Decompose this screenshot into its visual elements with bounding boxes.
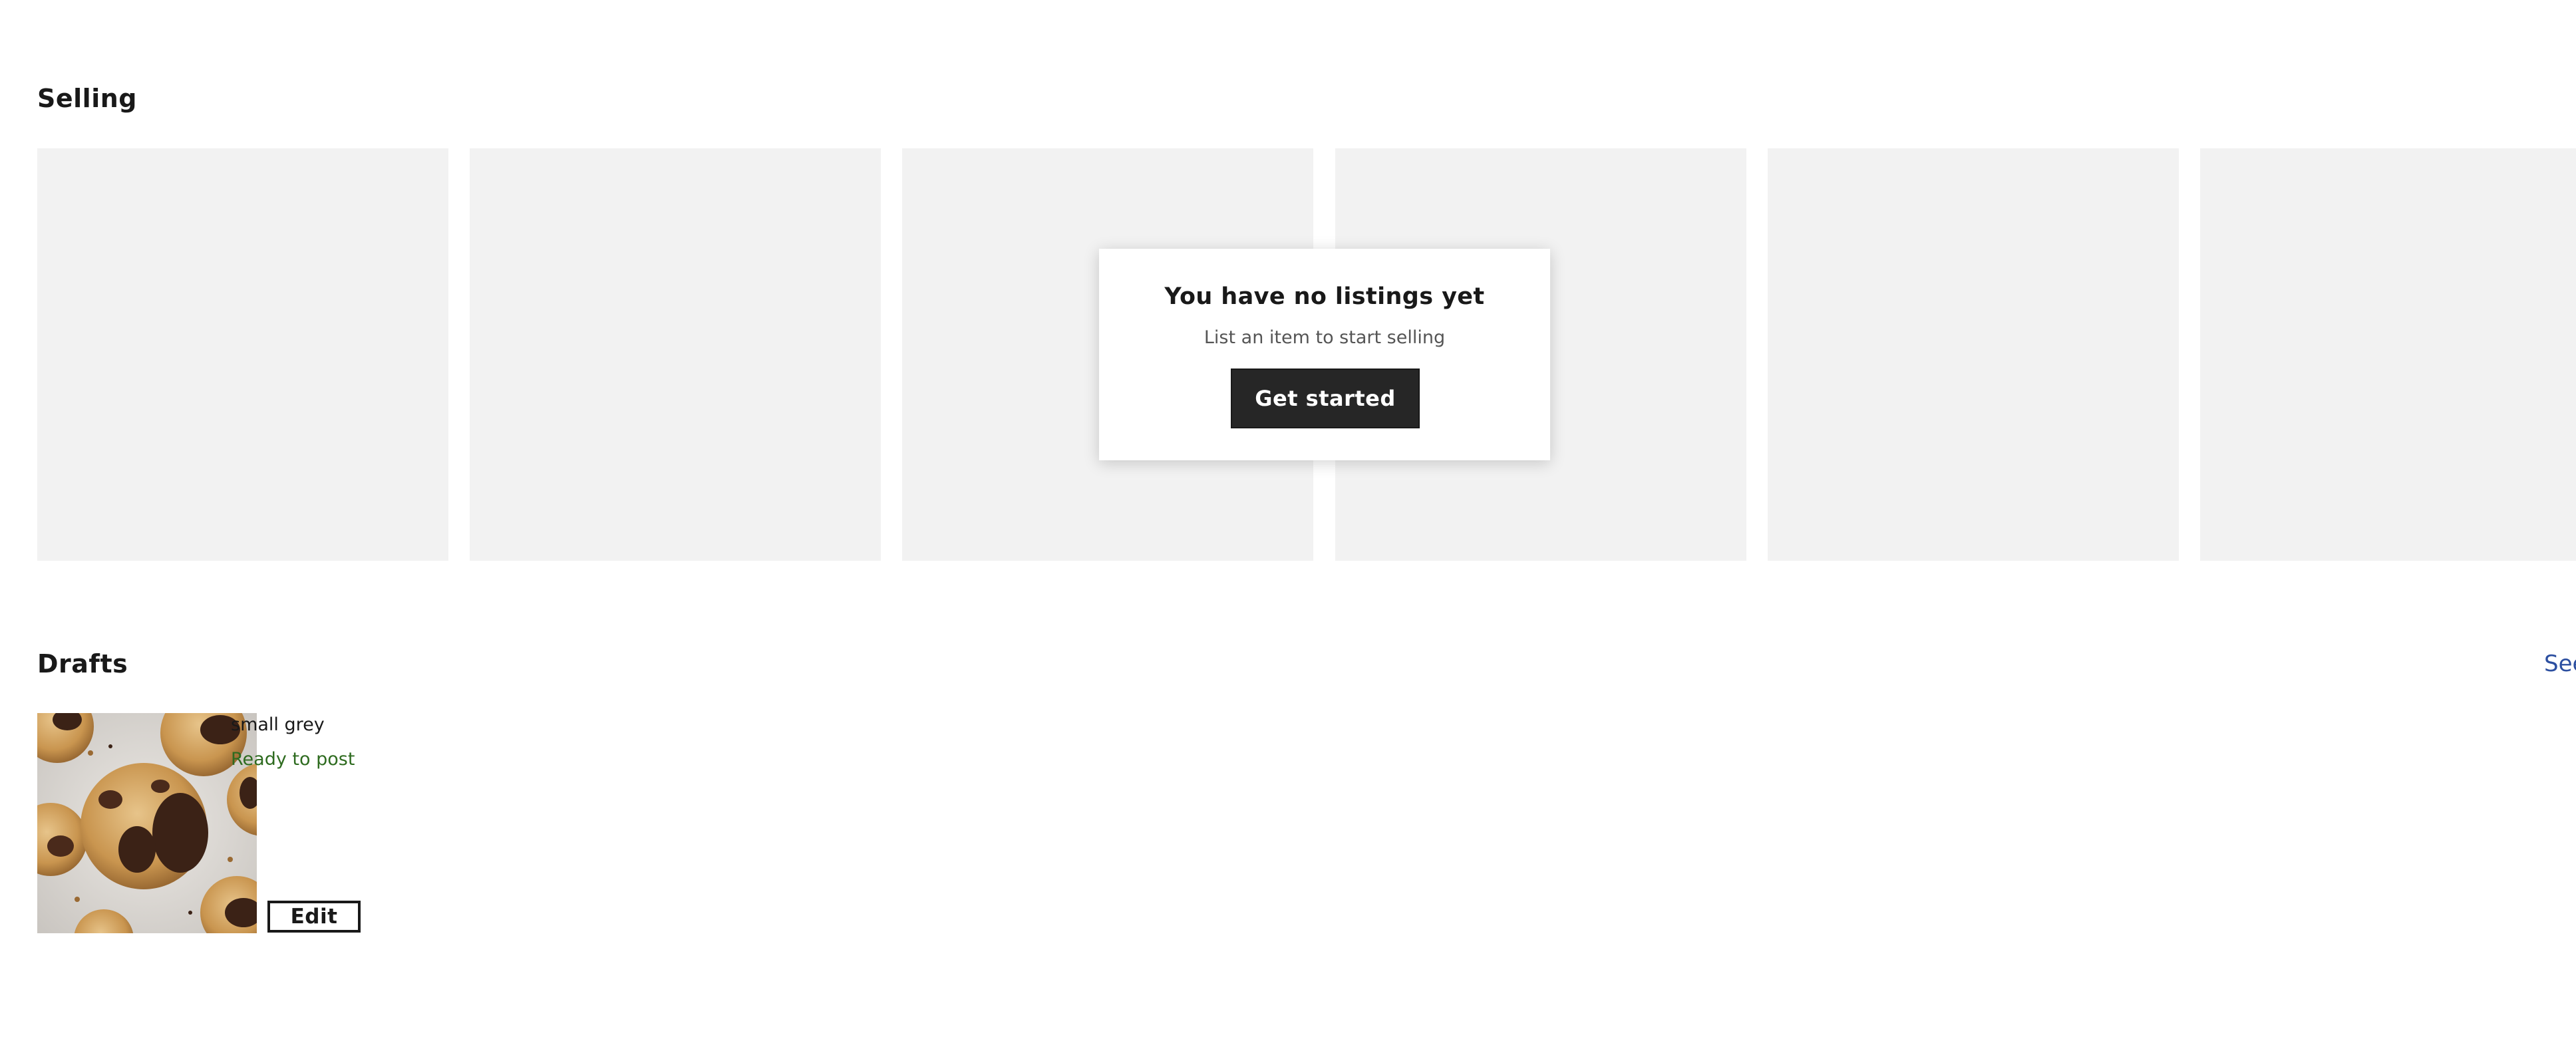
placeholder-card <box>470 148 881 561</box>
empty-state-subtitle: List an item to start selling <box>1204 327 1446 348</box>
get-started-button[interactable]: Get started <box>1231 369 1420 428</box>
placeholder-card <box>37 148 448 561</box>
empty-state-title: You have no listings yet <box>1164 283 1485 310</box>
edit-draft-button[interactable]: Edit <box>267 901 361 933</box>
draft-item-status: Ready to post <box>231 749 355 770</box>
draft-thumbnail-cookies-image[interactable] <box>37 713 257 933</box>
draft-item-name: small grey <box>231 714 325 735</box>
selling-section-title: Selling <box>37 84 137 113</box>
empty-listings-card: You have no listings yet List an item to… <box>1099 249 1550 460</box>
drafts-section-title: Drafts <box>37 649 128 678</box>
placeholder-card <box>2200 148 2576 561</box>
placeholder-card <box>1768 148 2179 561</box>
see-all-drafts-link[interactable]: See <box>2544 651 2576 677</box>
